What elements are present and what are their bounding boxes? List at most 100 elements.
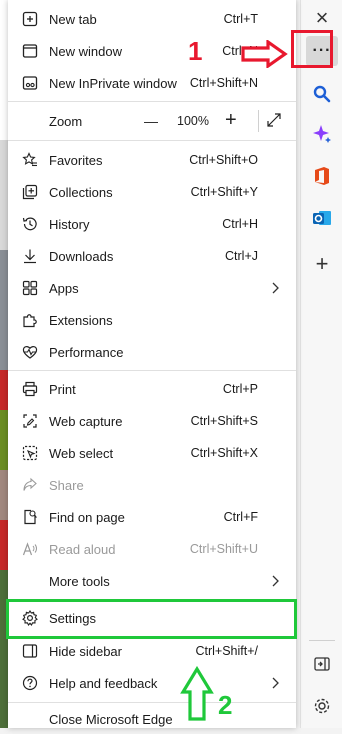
menu-label: Apps [49,280,79,296]
menu-item-collections[interactable]: Collections Ctrl+Shift+Y [8,177,296,207]
menu-item-find-on-page[interactable]: Find on page Ctrl+F [8,502,296,532]
menu-shortcut: Ctrl+Shift+X [190,446,258,460]
annotation-box-more-button [291,30,333,68]
annotation-step-1: 1 [188,36,203,66]
inprivate-icon [20,73,40,93]
fullscreen-icon[interactable] [266,112,282,133]
fullscreen-button[interactable] [258,110,259,132]
collections-icon [20,182,40,202]
find-icon [20,507,40,527]
menu-shortcut: Ctrl+F [223,510,258,524]
menu-item-new-tab[interactable]: New tab Ctrl+T [8,4,296,34]
menu-label: Hide sidebar [49,643,122,659]
close-sidebar-button[interactable]: × [308,4,336,32]
menu-item-web-select[interactable]: Web select Ctrl+Shift+X [8,438,296,468]
menu-label: Close Microsoft Edge [49,711,173,727]
menu-divider [8,140,296,141]
sidebar-settings-button[interactable] [308,692,336,720]
sidebar-divider [309,640,335,641]
menu-label: Favorites [49,152,103,168]
sparkle-icon [313,125,331,143]
search-icon [313,85,331,103]
menu-shortcut: Ctrl+T [223,12,258,26]
outlook-sidebar-button[interactable] [308,204,336,232]
menu-item-hide-sidebar[interactable]: Hide sidebar Ctrl+Shift+/ [8,636,296,666]
menu-item-close-microsoft-edge[interactable]: Close Microsoft Edge [8,704,296,734]
menu-label: New window [49,43,122,59]
menu-item-zoom: Zoom — 100% + [8,106,296,136]
menu-shortcut: Ctrl+H [222,217,258,231]
menu-divider [8,702,296,703]
menu-shortcut: Ctrl+Shift+Y [190,185,258,199]
menu-item-downloads[interactable]: Downloads Ctrl+J [8,241,296,271]
zoom-out-button[interactable]: — [144,113,158,129]
apps-icon [20,278,40,298]
download-icon [20,246,40,266]
annotation-arrow-right [241,40,288,68]
hide-sidebar-button[interactable] [308,650,336,678]
menu-label: Performance [49,344,124,360]
menu-item-help-and-feedback[interactable]: Help and feedback [8,668,296,698]
zoom-label: Zoom [49,113,83,129]
web-select-icon [20,443,40,463]
help-icon [20,673,40,693]
performance-icon [20,342,40,362]
menu-item-favorites[interactable]: Favorites Ctrl+Shift+O [8,145,296,175]
history-icon [20,214,40,234]
menu-shortcut: Ctrl+Shift+S [190,414,258,428]
menu-label: Help and feedback [49,675,158,691]
menu-label: New tab [49,11,97,27]
web-capture-icon [20,411,40,431]
annotation-box-settings [6,599,297,639]
close-icon: × [315,5,329,30]
menu-item-more-tools[interactable]: More tools [8,566,296,596]
plus-icon: + [315,251,329,276]
chevron-right-icon [272,282,279,294]
menu-divider [8,370,296,371]
edge-sidebar: × ··· + [300,0,342,728]
chevron-right-icon [272,677,279,689]
share-icon [20,475,40,495]
gear-icon [314,698,330,714]
outlook-icon [313,211,331,225]
menu-label: New InPrivate window [49,75,177,91]
menu-label: Share [49,477,84,493]
copilot-sidebar-button[interactable] [308,120,336,148]
menu-label: Downloads [49,248,114,264]
menu-item-performance[interactable]: Performance [8,337,296,367]
menu-item-apps[interactable]: Apps [8,273,296,303]
menu-item-web-capture[interactable]: Web capture Ctrl+Shift+S [8,406,296,436]
menu-label: Web select [49,445,114,461]
menu-item-share: Share [8,470,296,500]
hide-sidebar-icon [20,641,40,661]
extensions-icon [20,310,40,330]
menu-item-new-inprivate-window[interactable]: New InPrivate window Ctrl+Shift+N [8,68,296,98]
office-icon [315,167,329,185]
add-sidebar-app-button[interactable]: + [308,250,336,278]
new-window-icon [20,41,40,61]
menu-item-history[interactable]: History Ctrl+H [8,209,296,239]
office-sidebar-button[interactable] [308,162,336,190]
menu-shortcut: Ctrl+P [222,382,258,396]
menu-shortcut: Ctrl+J [225,249,258,263]
menu-label: Web capture [49,413,123,429]
menu-shortcut: Ctrl+Shift+/ [195,644,258,658]
chevron-right-icon [272,575,279,587]
new-tab-icon [20,9,40,29]
menu-label: History [49,216,90,232]
menu-item-read-aloud: Read aloud Ctrl+Shift+U [8,534,296,564]
menu-label: Print [49,381,76,397]
menu-label: Find on page [49,509,125,525]
menu-divider [8,101,296,102]
menu-item-print[interactable]: Print Ctrl+P [8,374,296,404]
zoom-in-button[interactable]: + [225,109,237,132]
menu-label: More tools [49,573,110,589]
menu-shortcut: Ctrl+Shift+O [189,153,258,167]
read-aloud-icon [20,539,40,559]
menu-shortcut: Ctrl+Shift+N [189,76,258,90]
annotation-step-2: 2 [218,690,233,720]
menu-item-extensions[interactable]: Extensions [8,305,296,335]
zoom-level: 100% [177,114,209,128]
menu-shortcut: Ctrl+Shift+U [189,542,258,556]
search-sidebar-button[interactable] [308,80,336,108]
